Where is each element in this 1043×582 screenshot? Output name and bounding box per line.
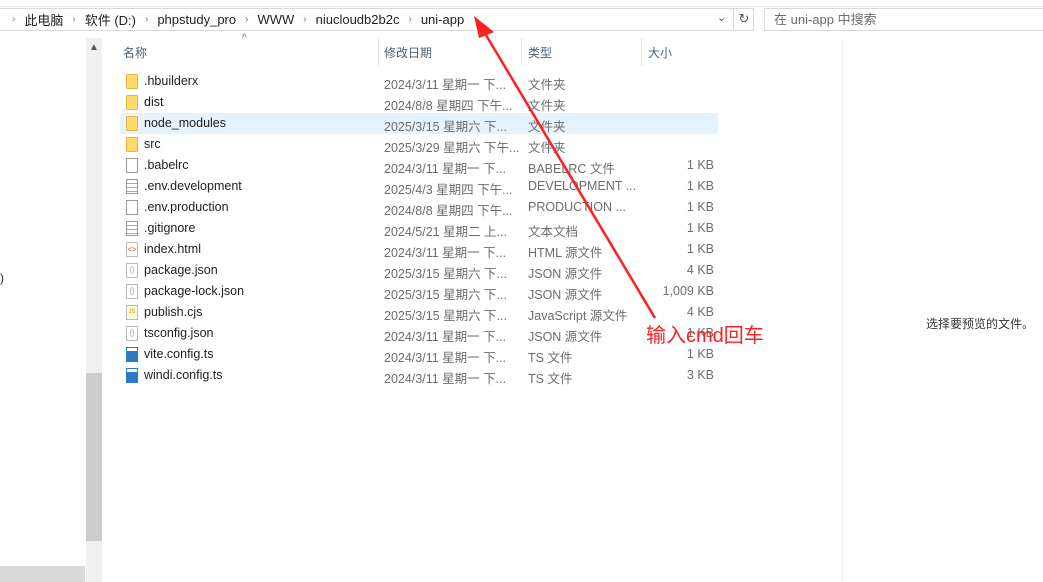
annotation-text: 输入cmd回车 xyxy=(646,325,764,347)
annotation-arrow xyxy=(474,16,657,319)
arrow-shaft xyxy=(481,29,657,319)
arrow-head xyxy=(474,16,494,38)
